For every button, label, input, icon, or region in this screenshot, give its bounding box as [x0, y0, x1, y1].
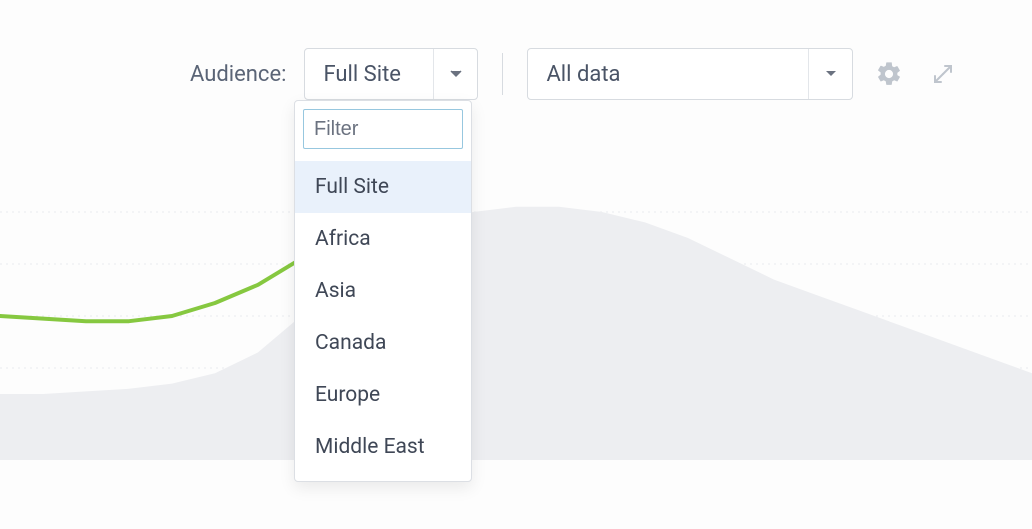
- dropdown-option[interactable]: Canada: [295, 317, 471, 369]
- dropdown-option[interactable]: Europe: [295, 369, 471, 421]
- traffic-chart: [0, 150, 1032, 460]
- dropdown-option-list: Full Site Africa Asia Canada Europe Midd…: [295, 161, 471, 473]
- dropdown-option[interactable]: Africa: [295, 213, 471, 265]
- audience-select[interactable]: Full Site: [304, 48, 478, 100]
- dropdown-option[interactable]: Asia: [295, 265, 471, 317]
- settings-button[interactable]: [871, 56, 907, 92]
- expand-icon: [931, 62, 955, 86]
- audience-dropdown: Full Site Africa Asia Canada Europe Midd…: [294, 100, 472, 482]
- gear-icon: [875, 60, 903, 88]
- audience-select-value: Full Site: [305, 49, 433, 99]
- dropdown-option[interactable]: Middle East: [295, 421, 471, 473]
- caret-down-icon: [433, 49, 477, 99]
- toolbar-divider: [502, 53, 503, 95]
- caret-down-icon: [808, 49, 852, 99]
- audience-label: Audience:: [190, 62, 286, 87]
- expand-button[interactable]: [925, 56, 961, 92]
- toolbar: Audience: Full Site All data: [190, 48, 961, 100]
- filter-input[interactable]: [303, 109, 463, 149]
- filter-input-wrap: [295, 101, 471, 157]
- data-select-value: All data: [528, 49, 808, 99]
- historical-area: [0, 207, 1032, 460]
- data-select[interactable]: All data: [527, 48, 853, 100]
- chart-svg: [0, 150, 1032, 460]
- dropdown-option[interactable]: Full Site: [295, 161, 471, 213]
